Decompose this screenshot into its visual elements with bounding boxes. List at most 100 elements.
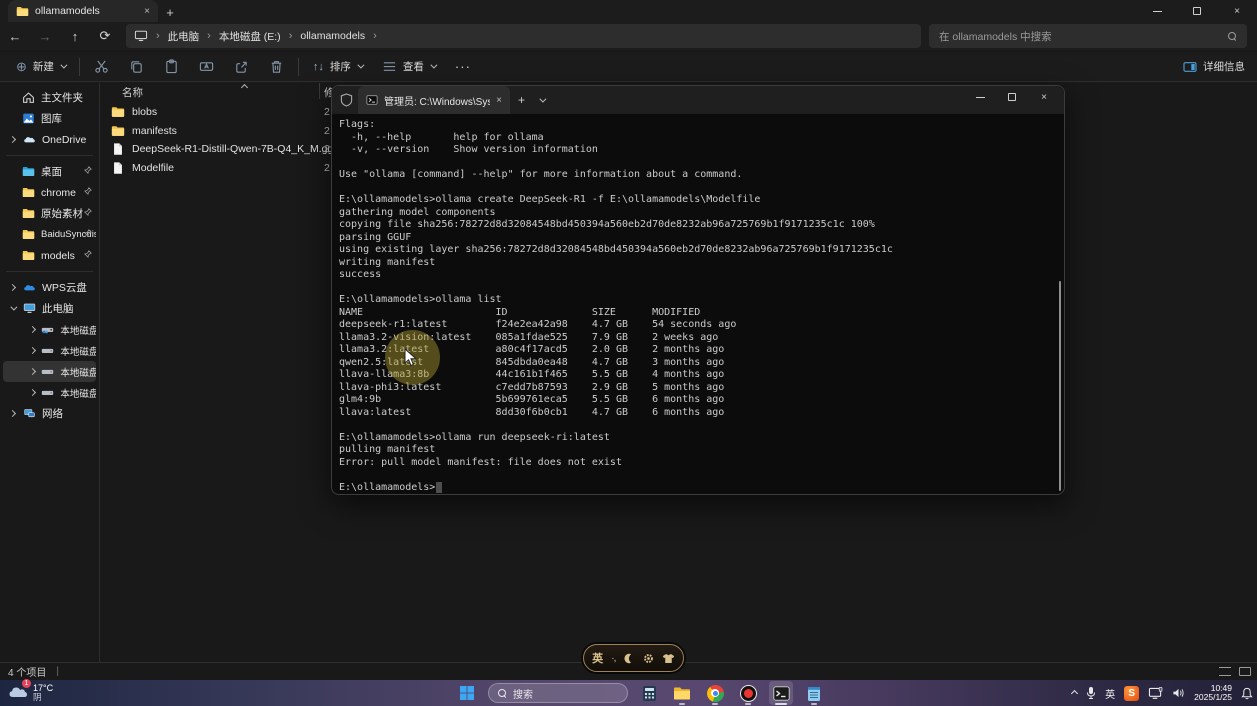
sidebar-item-label: 主文件夹	[41, 90, 83, 105]
new-tab-button[interactable]: +	[158, 2, 182, 22]
new-button[interactable]: ⊕ 新建	[6, 55, 75, 79]
collapse-icon[interactable]	[7, 306, 17, 311]
terminal-maximize-button[interactable]	[996, 86, 1028, 108]
ime-toolbar[interactable]: 英 ·,	[583, 644, 684, 672]
sidebar-item-gallery[interactable]: 图库	[3, 108, 96, 129]
ime-settings-gear-icon[interactable]	[643, 653, 654, 664]
terminal-content[interactable]: Flags: -h, --help help for ollama -v, --…	[332, 114, 1064, 495]
ime-moon-icon[interactable]	[624, 653, 635, 664]
breadcrumb-item-ollamamodels[interactable]: ollamamodels	[300, 30, 365, 42]
terminal-new-tab-button[interactable]: +	[518, 93, 525, 107]
details-view-toggle-icon[interactable]	[1219, 667, 1231, 676]
cut-icon	[94, 59, 109, 74]
delete-button[interactable]	[259, 55, 294, 79]
rename-button[interactable]	[189, 55, 224, 79]
sidebar-item-baidusyncdisk[interactable]: BaiduSyncdisk	[3, 224, 96, 245]
share-button[interactable]	[224, 55, 259, 79]
speaker-icon[interactable]	[1172, 687, 1185, 699]
explorer-window-controls: ×	[1137, 0, 1257, 22]
back-button[interactable]: ←	[0, 24, 30, 48]
ime-language-indicator[interactable]: 英	[1105, 686, 1115, 701]
more-options-button[interactable]: ···	[445, 55, 481, 79]
sidebar-item-chrome[interactable]: chrome	[3, 182, 96, 203]
sidebar-item-raw-material[interactable]: 原始素材	[3, 203, 96, 224]
copy-button[interactable]	[119, 55, 154, 79]
terminal-close-button[interactable]: ×	[1028, 86, 1060, 108]
sidebar-item-network[interactable]: 网络	[3, 403, 96, 424]
details-label: 详细信息	[1203, 59, 1245, 74]
clock-widget[interactable]: 10:49 2025/1/25	[1194, 684, 1232, 703]
chevron-down-icon	[60, 62, 67, 69]
breadcrumb-item-drive-e[interactable]: 本地磁盘 (E:)	[219, 29, 281, 44]
sidebar-item-onedrive[interactable]: OneDrive	[3, 129, 96, 150]
expand-icon[interactable]	[29, 327, 35, 332]
column-header-name[interactable]: 名称	[122, 85, 143, 100]
taskbar-item-terminal-active[interactable]	[769, 681, 793, 705]
terminal-titlebar[interactable]: 管理员: C:\Windows\System32 × + ×	[332, 86, 1064, 114]
column-separator[interactable]	[319, 83, 320, 99]
sidebar-divider	[6, 155, 93, 156]
start-button[interactable]	[455, 681, 479, 705]
taskbar-item-recorder[interactable]	[736, 681, 760, 705]
sidebar-item-drive-e[interactable]: 本地磁盘 (E:)	[3, 361, 96, 382]
up-button[interactable]: ↑	[60, 24, 90, 48]
taskbar-item-notepad[interactable]	[802, 681, 826, 705]
expand-icon[interactable]	[29, 348, 35, 353]
sogou-input-icon[interactable]: S	[1124, 686, 1139, 701]
ime-language-toggle[interactable]: 英	[592, 650, 603, 666]
breadcrumb[interactable]: › 此电脑 › 本地磁盘 (E:) › ollamamodels ›	[126, 24, 921, 48]
terminal-tab-dropdown-icon[interactable]	[539, 95, 546, 102]
maximize-button[interactable]	[1177, 0, 1217, 22]
sort-icon: ↑↓	[313, 61, 324, 73]
expand-icon[interactable]	[7, 411, 17, 416]
sidebar-item-drive-f[interactable]: 本地磁盘 (F:)	[3, 382, 96, 403]
sidebar-item-wps-cloud[interactable]: WPS云盘	[3, 277, 96, 298]
close-button[interactable]: ×	[1217, 0, 1257, 22]
refresh-button[interactable]: ⟳	[90, 24, 120, 48]
tray-overflow-chevron-icon[interactable]	[1071, 689, 1078, 696]
this-pc-icon	[134, 30, 148, 42]
sidebar-item-label: chrome	[41, 187, 76, 199]
breadcrumb-item-thispc[interactable]: 此电脑	[168, 29, 200, 44]
expand-icon[interactable]	[7, 137, 17, 142]
thumbnail-view-toggle-icon[interactable]	[1239, 667, 1251, 676]
terminal-tab-close-icon[interactable]: ×	[496, 95, 502, 106]
ime-punctuation-icon[interactable]: ·,	[611, 653, 615, 664]
folder-icon	[111, 124, 125, 138]
sidebar-item-this-pc[interactable]: 此电脑	[3, 298, 96, 319]
sort-button[interactable]: ↑↓ 排序	[303, 55, 372, 79]
explorer-search-input[interactable]: 在 ollamamodels 中搜索	[929, 24, 1247, 48]
ime-skin-shirt-icon[interactable]	[662, 653, 675, 664]
terminal-scrollbar[interactable]	[1059, 281, 1061, 491]
sidebar-item-drive-d[interactable]: 本地磁盘 (D:)	[3, 340, 96, 361]
taskbar-item-file-explorer[interactable]	[670, 681, 694, 705]
taskbar-item-calculator[interactable]	[637, 681, 661, 705]
notifications-bell-icon[interactable]	[1241, 687, 1253, 700]
sidebar-item-models[interactable]: models	[3, 245, 96, 266]
expand-icon[interactable]	[7, 285, 17, 290]
details-pane-button[interactable]: 详细信息	[1183, 59, 1245, 74]
minimize-button[interactable]	[1137, 0, 1177, 22]
taskbar-search-box[interactable]: 搜索	[488, 683, 628, 703]
sort-label: 排序	[330, 59, 351, 74]
paste-icon	[164, 59, 179, 74]
expand-icon[interactable]	[29, 369, 35, 374]
sidebar-item-drive-c[interactable]: 本地磁盘 (C:)	[3, 319, 96, 340]
terminal-minimize-button[interactable]	[964, 86, 996, 108]
running-indicator	[679, 703, 685, 706]
paste-button[interactable]	[154, 55, 189, 79]
tab-close-icon[interactable]: ×	[144, 6, 150, 17]
cut-button[interactable]	[84, 55, 119, 79]
expand-icon[interactable]	[29, 390, 35, 395]
taskbar-item-chrome[interactable]	[703, 681, 727, 705]
sidebar-item-home[interactable]: 主文件夹	[3, 87, 96, 108]
taskbar-weather-widget[interactable]: 1 17°C 阴	[8, 683, 158, 704]
forward-button[interactable]: →	[30, 24, 60, 48]
microphone-icon[interactable]	[1086, 686, 1096, 700]
explorer-tab-ollamamodels[interactable]: ollamamodels ×	[8, 0, 158, 22]
display-tray-icon[interactable]	[1148, 687, 1163, 700]
view-button[interactable]: 查看	[372, 55, 445, 79]
terminal-output[interactable]: Flags: -h, --help help for ollama -v, --…	[332, 114, 1064, 494]
sidebar-item-desktop[interactable]: 桌面	[3, 161, 96, 182]
terminal-tab[interactable]: 管理员: C:\Windows\System32 ×	[358, 86, 510, 114]
